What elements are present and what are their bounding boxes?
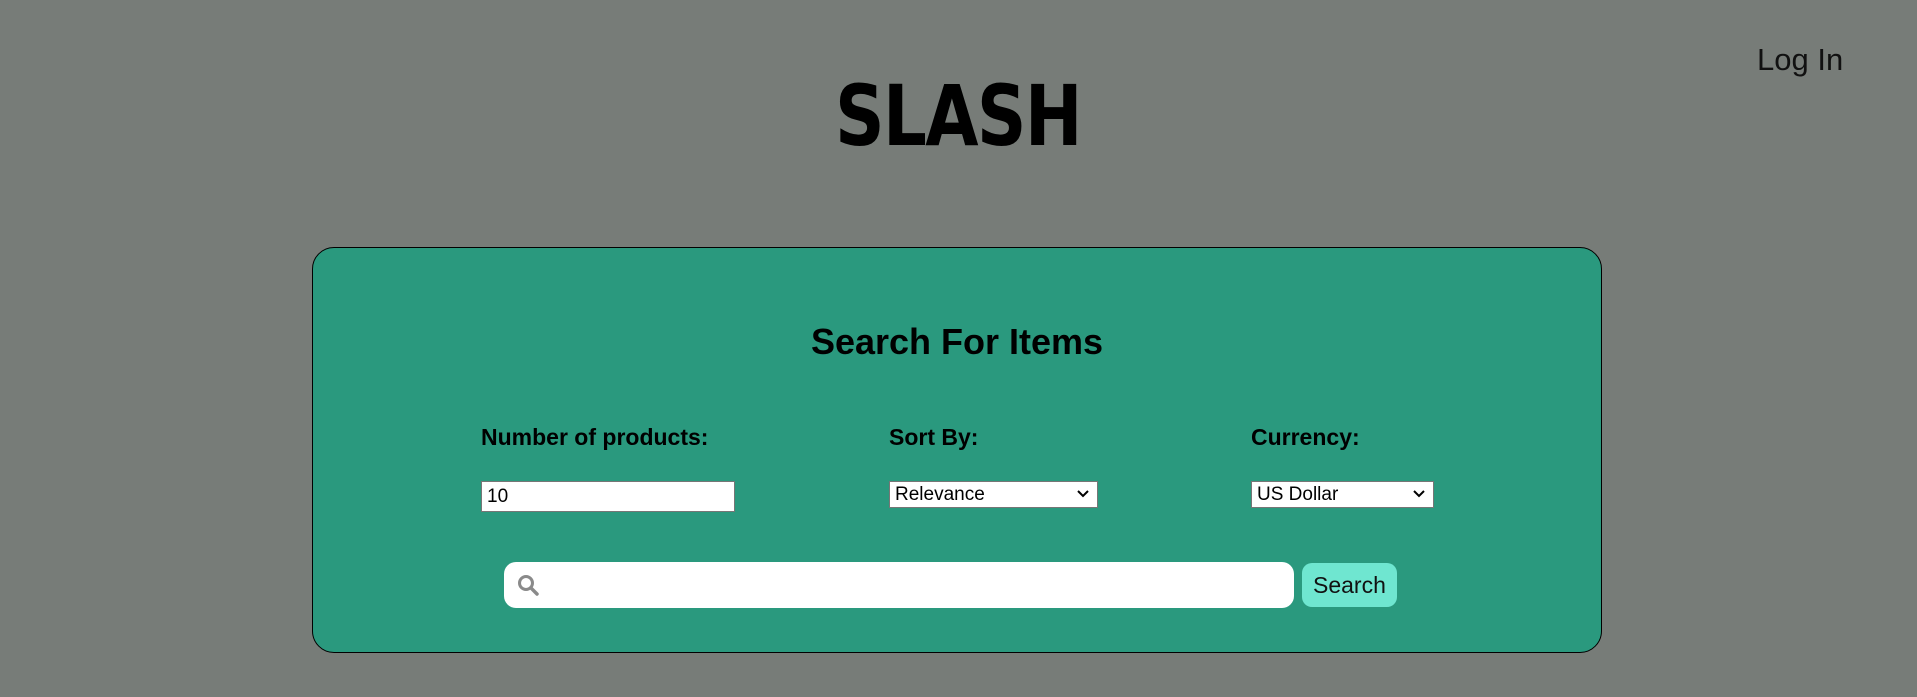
search-panel: Search For Items Number of products: Sor… bbox=[312, 247, 1602, 653]
sort-select[interactable]: Relevance bbox=[889, 481, 1098, 508]
search-bar[interactable] bbox=[504, 562, 1294, 608]
currency-field: Currency: US Dollar bbox=[1251, 426, 1434, 508]
search-row: Search bbox=[504, 562, 1397, 608]
search-icon bbox=[518, 575, 539, 596]
chevron-down-icon bbox=[1077, 490, 1089, 498]
sort-field: Sort By: Relevance bbox=[889, 426, 1098, 508]
products-label: Number of products: bbox=[481, 424, 709, 450]
currency-select[interactable]: US Dollar bbox=[1251, 481, 1434, 508]
sort-label: Sort By: bbox=[889, 424, 979, 450]
logo: SLASH bbox=[835, 66, 1083, 166]
chevron-down-icon bbox=[1413, 490, 1425, 498]
currency-select-value: US Dollar bbox=[1257, 484, 1339, 505]
products-count-input[interactable] bbox=[481, 481, 735, 512]
products-field: Number of products: bbox=[481, 426, 735, 512]
login-link[interactable]: Log In bbox=[1757, 44, 1843, 75]
logo-text: SLASH bbox=[835, 67, 1083, 165]
sort-select-value: Relevance bbox=[895, 484, 985, 505]
panel-title: Search For Items bbox=[810, 321, 1104, 362]
search-input[interactable] bbox=[540, 565, 1294, 605]
search-button[interactable]: Search bbox=[1302, 563, 1397, 607]
currency-label: Currency: bbox=[1251, 424, 1360, 450]
